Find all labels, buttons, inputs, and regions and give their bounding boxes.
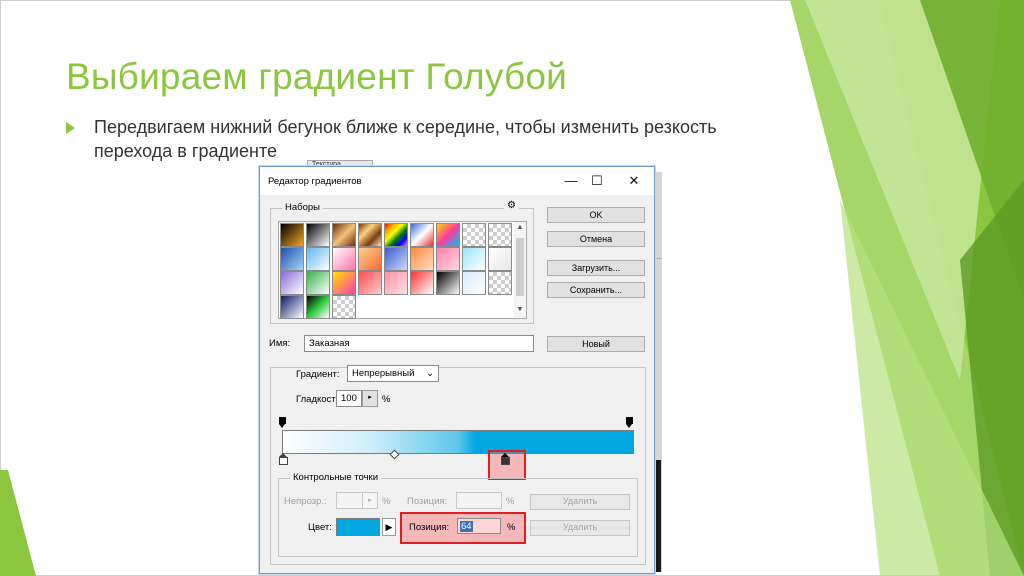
opacity-stop-right[interactable] — [626, 417, 633, 428]
gradient-type-value: Непрерывный — [352, 368, 415, 379]
load-button[interactable]: Загрузить... — [547, 260, 645, 276]
opacity-stepper-icon: ▸ — [362, 492, 378, 509]
presets-legend: Наборы — [282, 202, 323, 213]
preset-swatch[interactable] — [436, 223, 460, 247]
color-position-unit: % — [507, 522, 516, 533]
opacity-label: Непрозр.: — [284, 496, 327, 507]
opacity-position-input — [456, 492, 502, 509]
preset-swatch[interactable] — [488, 223, 512, 247]
smoothness-unit: % — [382, 394, 391, 405]
preset-swatch[interactable] — [436, 271, 460, 295]
gear-icon[interactable]: ⚙ — [504, 200, 519, 211]
stops-legend: Контрольные точки — [290, 472, 381, 483]
preset-swatch-grid — [278, 221, 516, 319]
opacity-unit: % — [382, 496, 391, 507]
preset-swatch[interactable] — [462, 223, 486, 247]
preset-swatch[interactable] — [306, 223, 330, 247]
close-icon[interactable]: ✕ — [625, 172, 643, 190]
preset-swatch[interactable] — [488, 271, 512, 295]
opacity-stop-left[interactable] — [279, 417, 286, 428]
delete-color-stop-button: Удалить — [530, 520, 630, 536]
preset-swatch[interactable] — [306, 271, 330, 295]
preset-swatch[interactable] — [462, 247, 486, 271]
color-label: Цвет: — [308, 522, 332, 533]
dialog-titlebar: Редактор градиентов — ☐ ✕ — [260, 167, 654, 195]
color-stop-left[interactable] — [279, 453, 288, 466]
color-stop-selected[interactable] — [501, 453, 510, 466]
preset-swatch[interactable] — [436, 247, 460, 271]
cancel-button[interactable]: Отмена — [547, 231, 645, 247]
presets-scrollbar[interactable]: ▲ ▼ — [514, 221, 527, 319]
opacity-input — [336, 492, 364, 509]
name-label: Имя: — [269, 338, 291, 349]
slide-title: Выбираем градиент Голубой — [66, 56, 567, 97]
preset-swatch[interactable] — [332, 223, 356, 247]
ok-button[interactable]: OK — [547, 207, 645, 223]
save-button[interactable]: Сохранить... — [547, 282, 645, 298]
gradient-type-label: Градиент: — [296, 369, 340, 380]
preset-swatch[interactable] — [280, 295, 304, 319]
minimize-icon[interactable]: — — [562, 172, 580, 190]
preset-swatch[interactable] — [280, 223, 304, 247]
color-menu-icon[interactable]: ▶ — [382, 518, 396, 536]
new-button[interactable]: Новый — [547, 336, 645, 352]
preset-swatch[interactable] — [410, 223, 434, 247]
scroll-thumb[interactable] — [516, 238, 524, 296]
smoothness-input[interactable]: 100 — [336, 390, 362, 407]
preset-swatch[interactable] — [410, 247, 434, 271]
preset-swatch[interactable] — [384, 271, 408, 295]
dialog-title: Редактор градиентов — [268, 176, 362, 187]
preset-swatch[interactable] — [410, 271, 434, 295]
color-position-value: 64 — [460, 521, 473, 532]
bullet-arrow-icon — [66, 122, 75, 134]
gradient-preview-bar[interactable] — [282, 430, 634, 454]
opacity-position-unit: % — [506, 496, 515, 507]
preset-swatch[interactable] — [358, 271, 382, 295]
preset-swatch[interactable] — [384, 223, 408, 247]
preset-swatch[interactable] — [358, 247, 382, 271]
smoothness-stepper-icon[interactable]: ▸ — [362, 390, 378, 407]
delete-opacity-stop-button: Удалить — [530, 494, 630, 510]
preset-swatch[interactable] — [306, 295, 330, 319]
chevron-down-icon: ⌄ — [426, 368, 434, 379]
maximize-icon[interactable]: ☐ — [588, 172, 606, 190]
preset-swatch[interactable] — [280, 271, 304, 295]
opacity-position-label: Позиция: — [407, 496, 448, 507]
preset-swatch[interactable] — [332, 271, 356, 295]
preset-swatch[interactable] — [280, 247, 304, 271]
gradient-type-select[interactable]: Непрерывный ⌄ — [347, 365, 439, 382]
preset-swatch[interactable] — [358, 223, 382, 247]
gradient-editor-dialog: Редактор градиентов — ☐ ✕ Наборы ⚙ ▲ ▼ O… — [259, 166, 655, 574]
slide-bullet-text: Передвигаем нижний бегунок ближе к серед… — [94, 117, 717, 161]
scroll-up-icon[interactable]: ▲ — [516, 224, 524, 231]
preset-swatch[interactable] — [332, 295, 356, 319]
background-panel-dots: .... — [655, 255, 662, 261]
name-input[interactable]: Заказная — [304, 335, 534, 352]
preset-swatch[interactable] — [306, 247, 330, 271]
preset-swatch[interactable] — [384, 247, 408, 271]
preset-swatch[interactable] — [462, 271, 486, 295]
color-swatch[interactable] — [336, 518, 380, 536]
color-position-input[interactable]: 64 — [457, 518, 501, 534]
preset-swatch[interactable] — [488, 247, 512, 271]
preset-swatch[interactable] — [332, 247, 356, 271]
scroll-down-icon[interactable]: ▼ — [516, 306, 524, 313]
color-position-label: Позиция: — [409, 522, 450, 533]
